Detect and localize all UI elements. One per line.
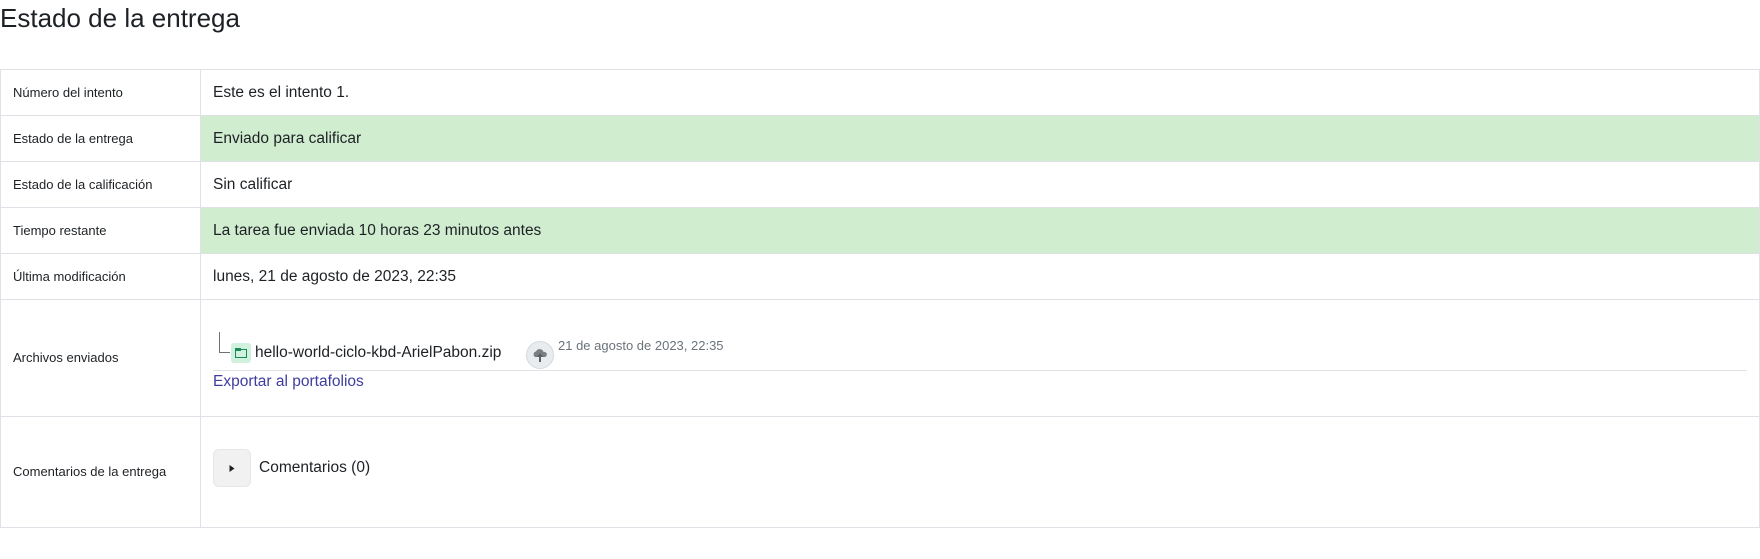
table-row-comments: Comentarios de la entrega Comentarios (0… (0, 416, 1760, 528)
row-label: Archivos enviados (0, 299, 201, 417)
file-date: 21 de agosto de 2023, 22:35 (558, 337, 724, 353)
submission-status-table: Número del intento Este es el intento 1.… (0, 69, 1760, 528)
row-label: Comentarios de la entrega (0, 416, 201, 528)
row-value: lunes, 21 de agosto de 2023, 22:35 (200, 253, 1760, 300)
row-label: Última modificación (0, 253, 201, 300)
comments-toggle[interactable]: Comentarios (0) (213, 449, 1759, 487)
row-label: Número del intento (0, 69, 201, 116)
comments-toggle-label[interactable]: Comentarios (0) (259, 459, 370, 477)
row-label: Estado de la calificación (0, 161, 201, 208)
table-row-attempt: Número del intento Este es el intento 1. (0, 69, 1760, 116)
files-cell: hello-world-ciclo-kbd-ArielPabon.zip 21 … (200, 299, 1760, 417)
table-row-time-remaining: Tiempo restante La tarea fue enviada 10 … (0, 207, 1760, 254)
page-title: Estado de la entrega (0, 3, 240, 33)
row-value: Sin calificar (200, 161, 1760, 208)
export-portfolio-link[interactable]: Exportar al portafolios (213, 373, 364, 391)
divider (213, 369, 1747, 371)
comments-cell: Comentarios (0) (200, 416, 1760, 528)
row-label: Estado de la entrega (0, 115, 201, 162)
caret-right-icon[interactable] (213, 449, 251, 487)
status-badge: Enviado para calificar (200, 115, 1760, 162)
table-row-grading-status: Estado de la calificación Sin calificar (0, 161, 1760, 208)
row-label: Tiempo restante (0, 207, 201, 254)
table-row-files: Archivos enviados hello-world-ciclo-kbd-… (0, 299, 1760, 417)
file-tree-item: hello-world-ciclo-kbd-ArielPabon.zip 21 … (213, 331, 1759, 369)
tree-branch-line (219, 331, 230, 353)
table-row-submission-status: Estado de la entrega Enviado para califi… (0, 115, 1760, 162)
archive-file-icon (231, 342, 251, 363)
upload-portfolio-icon[interactable] (526, 340, 554, 369)
submission-status-page: Estado de la entrega Número del intento … (0, 0, 1760, 559)
row-value: Este es el intento 1. (200, 69, 1760, 116)
row-value: La tarea fue enviada 10 horas 23 minutos… (200, 207, 1760, 254)
file-link[interactable]: hello-world-ciclo-kbd-ArielPabon.zip (255, 344, 501, 362)
table-row-last-modified: Última modificación lunes, 21 de agosto … (0, 253, 1760, 300)
